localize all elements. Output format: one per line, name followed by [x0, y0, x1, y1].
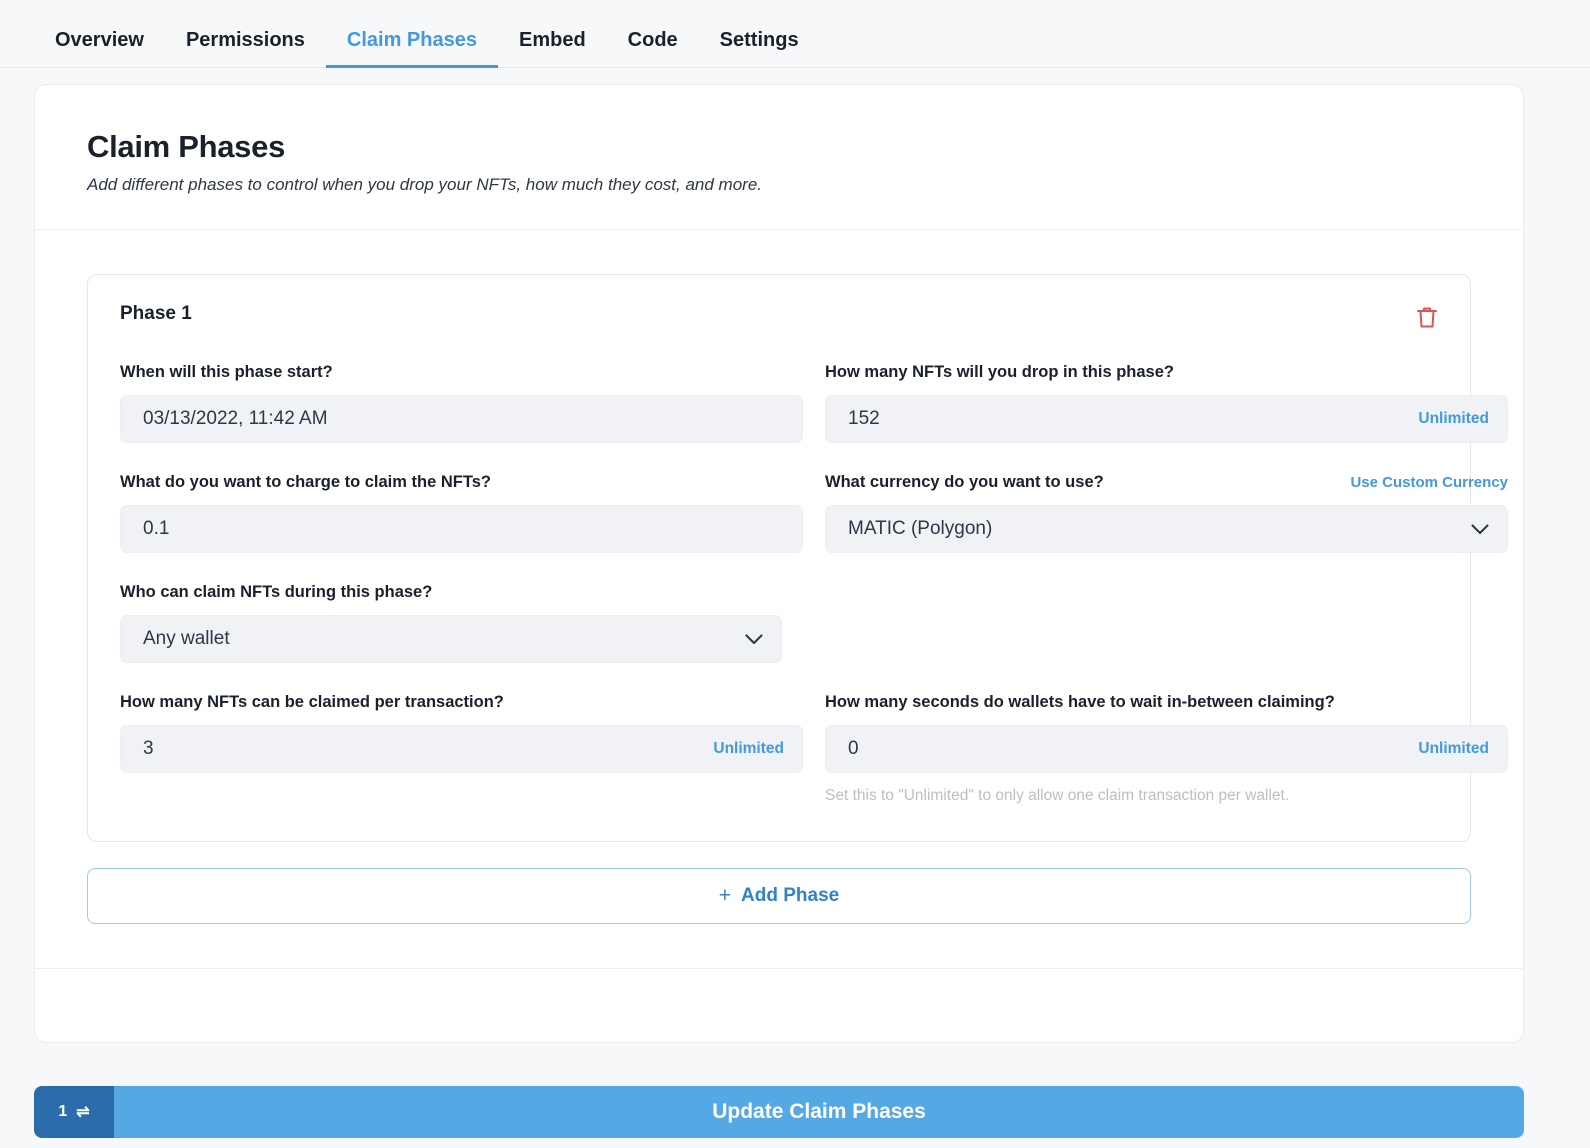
per-transaction-input[interactable]: 3 Unlimited — [120, 725, 803, 773]
phase-start-value: 03/13/2022, 11:42 AM — [143, 408, 328, 429]
tab-claim-phases[interactable]: Claim Phases — [325, 30, 498, 68]
tab-bar: Overview Permissions Claim Phases Embed … — [0, 0, 1590, 68]
phase-panel: Phase 1 When will this phase start? 03/1… — [87, 274, 1508, 842]
price-value: 0.1 — [143, 518, 170, 539]
tab-code[interactable]: Code — [607, 30, 699, 68]
field-label: How many NFTs will you drop in this phas… — [825, 363, 1174, 381]
wait-seconds-unlimited-button[interactable]: Unlimited — [1418, 740, 1489, 758]
supply-value: 152 — [848, 408, 880, 429]
field-phase-start: When will this phase start? 03/13/2022, … — [120, 363, 803, 443]
field-per-transaction: How many NFTs can be claimed per transac… — [120, 693, 803, 805]
chevron-down-icon — [1471, 523, 1489, 535]
page-title: Claim Phases — [87, 129, 286, 164]
delete-phase-button[interactable] — [1412, 301, 1442, 333]
card-header: Claim Phases Add different phases to con… — [35, 85, 1523, 230]
who-can-claim-select[interactable]: Any wallet — [120, 615, 782, 663]
field-label: What currency do you want to use? — [825, 473, 1104, 491]
card-footer-spacer — [35, 968, 1523, 1042]
phase-header: Phase 1 — [120, 303, 1438, 333]
tab-settings[interactable]: Settings — [699, 30, 820, 68]
field-who-can-claim: Who can claim NFTs during this phase? An… — [120, 583, 803, 663]
card-body: Phase 1 When will this phase start? 03/1… — [35, 230, 1523, 968]
field-label: Who can claim NFTs during this phase? — [120, 583, 433, 601]
plus-icon: + — [718, 884, 732, 907]
transaction-count-badge: 1 ⇌ — [34, 1086, 114, 1138]
tab-overview[interactable]: Overview — [34, 30, 165, 68]
field-wait-seconds: How many seconds do wallets have to wait… — [825, 693, 1508, 805]
page-subtitle: Add different phases to control when you… — [87, 175, 763, 194]
phase-start-input[interactable]: 03/13/2022, 11:42 AM — [120, 395, 803, 443]
wait-seconds-value: 0 — [848, 738, 859, 759]
bottom-action-bar: 1 ⇌ Update Claim Phases — [34, 1086, 1524, 1138]
field-label: How many seconds do wallets have to wait… — [825, 693, 1335, 711]
currency-value: MATIC (Polygon) — [848, 518, 993, 539]
field-label: What do you want to charge to claim the … — [120, 473, 491, 491]
field-currency: What currency do you want to use? Use Cu… — [825, 473, 1508, 553]
supply-unlimited-button[interactable]: Unlimited — [1418, 410, 1489, 428]
grid-spacer — [825, 583, 1508, 663]
wait-seconds-input[interactable]: 0 Unlimited — [825, 725, 1508, 773]
per-transaction-value: 3 — [143, 738, 154, 759]
field-price: What do you want to charge to claim the … — [120, 473, 803, 553]
phase-title: Phase 1 — [120, 303, 192, 324]
tab-embed[interactable]: Embed — [498, 30, 607, 68]
per-transaction-unlimited-button[interactable]: Unlimited — [713, 740, 784, 758]
transaction-count: 1 — [58, 1103, 68, 1120]
field-label: How many NFTs can be claimed per transac… — [120, 693, 504, 711]
who-can-claim-value: Any wallet — [143, 628, 230, 649]
tab-permissions[interactable]: Permissions — [165, 30, 326, 68]
claim-phases-card: Claim Phases Add different phases to con… — [34, 84, 1524, 1043]
add-phase-label: Add Phase — [741, 885, 840, 906]
update-claim-phases-button[interactable]: Update Claim Phases — [114, 1086, 1524, 1138]
field-label: When will this phase start? — [120, 363, 333, 381]
field-supply: How many NFTs will you drop in this phas… — [825, 363, 1508, 443]
supply-input[interactable]: 152 Unlimited — [825, 395, 1508, 443]
use-custom-currency-link[interactable]: Use Custom Currency — [1350, 474, 1508, 491]
currency-select[interactable]: MATIC (Polygon) — [825, 505, 1508, 553]
trash-icon — [1417, 307, 1437, 328]
add-phase-button[interactable]: + Add Phase — [87, 868, 1471, 924]
update-claim-phases-label: Update Claim Phases — [712, 1100, 926, 1123]
chevron-down-icon — [745, 633, 763, 645]
phase-form-grid: When will this phase start? 03/13/2022, … — [120, 333, 1508, 805]
wait-seconds-hint: Set this to "Unlimited" to only allow on… — [825, 787, 1290, 804]
swap-arrows-icon: ⇌ — [76, 1104, 90, 1121]
price-input[interactable]: 0.1 — [120, 505, 803, 553]
